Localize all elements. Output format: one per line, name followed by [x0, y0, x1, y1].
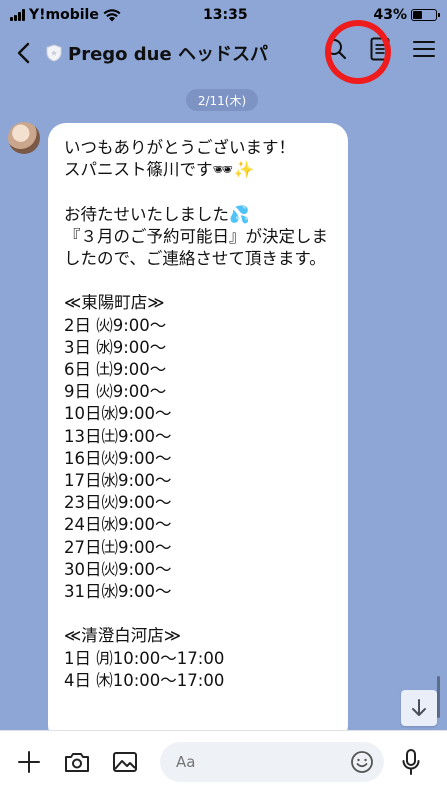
message-line: 13日㈯9:00〜: [64, 426, 172, 446]
status-left: Y!mobile: [10, 7, 121, 23]
message-input-wrap: [160, 742, 384, 782]
clock: 13:35: [203, 7, 248, 23]
battery-icon: [411, 9, 440, 21]
message-line: お待たせいたしました💦: [64, 204, 250, 224]
message-line: [64, 270, 334, 292]
highlight-circle: [325, 20, 391, 84]
scrollbar[interactable]: [437, 676, 440, 718]
message-line: 6日 ㈯9:00〜: [64, 360, 167, 379]
message-line: 10日㈬9:00〜: [64, 404, 172, 424]
chevron-left-icon: [17, 42, 30, 64]
back-button[interactable]: [10, 38, 36, 68]
menu-icon: [413, 41, 435, 57]
message-line: ≪東陽町店≫: [64, 293, 165, 313]
message-line: 9日 ㈫9:00〜: [64, 382, 167, 402]
message-line: 24日㈬9:00〜: [64, 515, 172, 535]
message-line: スパニスト篠川です🕶✨: [64, 160, 254, 180]
camera-button[interactable]: [62, 747, 92, 777]
signal-icon: [10, 9, 25, 21]
message-line: 4日 ㈭10:00〜17:00: [64, 670, 225, 690]
scroll-down-button[interactable]: [401, 690, 437, 726]
message-line: いつもありがとうございます！: [64, 138, 295, 157]
wifi-icon: [103, 8, 121, 21]
message-line: 3日 ㈬9:00〜: [64, 337, 167, 357]
mic-icon: [402, 749, 420, 775]
plus-icon: [18, 751, 40, 773]
message-line: [64, 181, 334, 203]
mic-button[interactable]: [398, 747, 424, 777]
input-bar: [0, 730, 447, 793]
message-line: 17日㈬9:00〜: [64, 471, 172, 491]
message-line: 2日 ㈫9:00〜: [64, 315, 167, 335]
carrier-label: Y!mobile: [29, 7, 99, 23]
message-line: 27日㈯9:00〜: [64, 537, 172, 557]
arrow-down-icon: [412, 699, 426, 716]
status-right: 43%: [373, 7, 440, 23]
message-line: 『３月のご予約可能日』が決定しましたので、ご連絡させて頂きます。: [64, 226, 328, 268]
camera-icon: [65, 753, 89, 772]
image-icon: [113, 752, 137, 772]
message-line: 30日㈫9:00〜: [64, 559, 172, 579]
date-separator: 2/11(木): [186, 89, 258, 111]
message-line: [64, 603, 334, 625]
chat-title: Prego due ヘッドスパ: [68, 44, 268, 65]
menu-button[interactable]: [411, 34, 437, 64]
image-button[interactable]: [110, 747, 140, 777]
avatar[interactable]: [8, 122, 40, 154]
message-bubble[interactable]: いつもありがとうございます！ スパニスト篠川です🕶✨ お待たせいたしました💦 『３月の…: [48, 123, 348, 743]
emoji-icon[interactable]: [350, 750, 374, 774]
message-line: 16日㈫9:00〜: [64, 448, 172, 468]
message-line: ≪清澄白河店≫: [64, 626, 182, 646]
message-line: 23日㈫9:00〜: [64, 493, 172, 513]
message-line: 1日 ㈪10:00〜17:00: [64, 648, 225, 668]
status-bar: Y!mobile 13:35 43%: [0, 0, 447, 30]
message-line: 31日㈬9:00〜: [64, 582, 172, 602]
battery-percent: 43%: [373, 7, 407, 23]
shield-icon: [46, 44, 62, 62]
plus-button[interactable]: [14, 747, 44, 777]
